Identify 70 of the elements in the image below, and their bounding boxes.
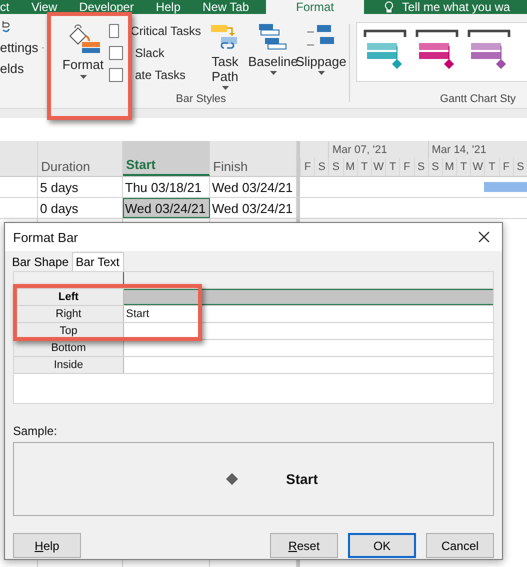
day-label: T: [385, 158, 400, 176]
column-header[interactable]: Start: [123, 141, 210, 176]
ribbon-tab[interactable]: New Tab: [192, 0, 260, 14]
button-label: Slippage: [296, 54, 346, 69]
table-cell: 0 days: [38, 198, 123, 218]
ribbon-command[interactable]: ettings: [0, 40, 44, 55]
linked-bars-icon: [210, 22, 240, 52]
sample-text: Start: [286, 471, 318, 487]
row-header[interactable]: Inside: [14, 357, 124, 373]
day-label: W: [470, 158, 484, 176]
ribbon-tab[interactable]: Format: [266, 0, 364, 14]
day-label: M: [442, 158, 456, 176]
week-label: Mar 07, '21: [328, 141, 428, 158]
ribbon-tab[interactable]: Help: [144, 0, 192, 14]
baseline-bars-icon: [258, 22, 288, 52]
tell-me-search[interactable]: Tell me what you wa: [402, 0, 510, 14]
table-cell: 5 days: [38, 177, 123, 197]
dialog-button[interactable]: Cancel: [426, 533, 494, 558]
dialog-tab[interactable]: Bar Shape: [9, 253, 72, 271]
day-label: S: [328, 158, 343, 176]
diamond-icon: [226, 473, 238, 485]
day-label: F: [300, 158, 314, 176]
selected-cell[interactable]: [124, 289, 493, 305]
row-header[interactable]: Bottom: [14, 340, 124, 356]
day-label: S: [428, 158, 442, 176]
checkbox-label: ate Tasks: [135, 68, 186, 82]
day-label: F: [399, 158, 414, 176]
ribbon-button[interactable]: Slippage: [297, 20, 345, 93]
button-label: Baseline: [248, 54, 298, 69]
ribbon-button[interactable]: Task Path: [201, 20, 249, 93]
dialog-button[interactable]: Reset: [270, 533, 338, 558]
day-label: T: [456, 158, 470, 176]
caret-icon: [318, 71, 324, 75]
table-cell: Wed 03/24/21: [123, 198, 210, 218]
day-label: S: [414, 158, 428, 176]
checkbox[interactable]: [109, 68, 123, 82]
dialog-tab[interactable]: Bar Text: [72, 252, 124, 271]
dialog-button[interactable]: Help: [13, 533, 81, 558]
group-label: Bar Styles: [174, 93, 228, 107]
close-icon: [478, 231, 490, 243]
checkbox-label: Slack: [135, 46, 164, 60]
day-label: S: [314, 158, 328, 176]
sample-label: Sample:: [13, 424, 58, 438]
ribbon-command[interactable]: elds: [0, 61, 44, 76]
group-label: Gantt Chart Sty: [439, 93, 517, 107]
dialog-button[interactable]: OK: [348, 533, 416, 558]
button-label: Task Path: [210, 54, 240, 84]
checkbox-label: Critical Tasks: [130, 24, 201, 38]
dialog-title: Format Bar: [13, 230, 78, 244]
caret-icon: [270, 71, 276, 75]
ribbon-tab[interactable]: View: [20, 0, 68, 14]
ribbon-tab[interactable]: Developer: [68, 0, 145, 14]
week-label: Mar 14, '21: [428, 141, 527, 158]
settings-icon: [2, 20, 10, 34]
checkbox[interactable]: [109, 46, 123, 60]
day-label: T: [484, 158, 499, 176]
day-label: F: [498, 158, 513, 176]
caret-icon: [80, 75, 86, 79]
ribbon-button[interactable]: Baseline: [249, 20, 297, 93]
table-cell: Wed 03/24/21: [210, 177, 297, 197]
table-cell: Thu 03/18/21: [123, 177, 210, 197]
caret-icon: [222, 86, 228, 90]
day-label: T: [356, 158, 371, 176]
day-label: S: [512, 158, 527, 176]
table-cell: Wed 03/24/21: [210, 198, 297, 218]
checkbox[interactable]: [109, 24, 119, 38]
ribbon-tab[interactable]: ct: [0, 0, 20, 14]
day-label: W: [370, 158, 386, 176]
day-label: M: [342, 158, 357, 176]
format-button[interactable]: Format: [57, 20, 109, 93]
